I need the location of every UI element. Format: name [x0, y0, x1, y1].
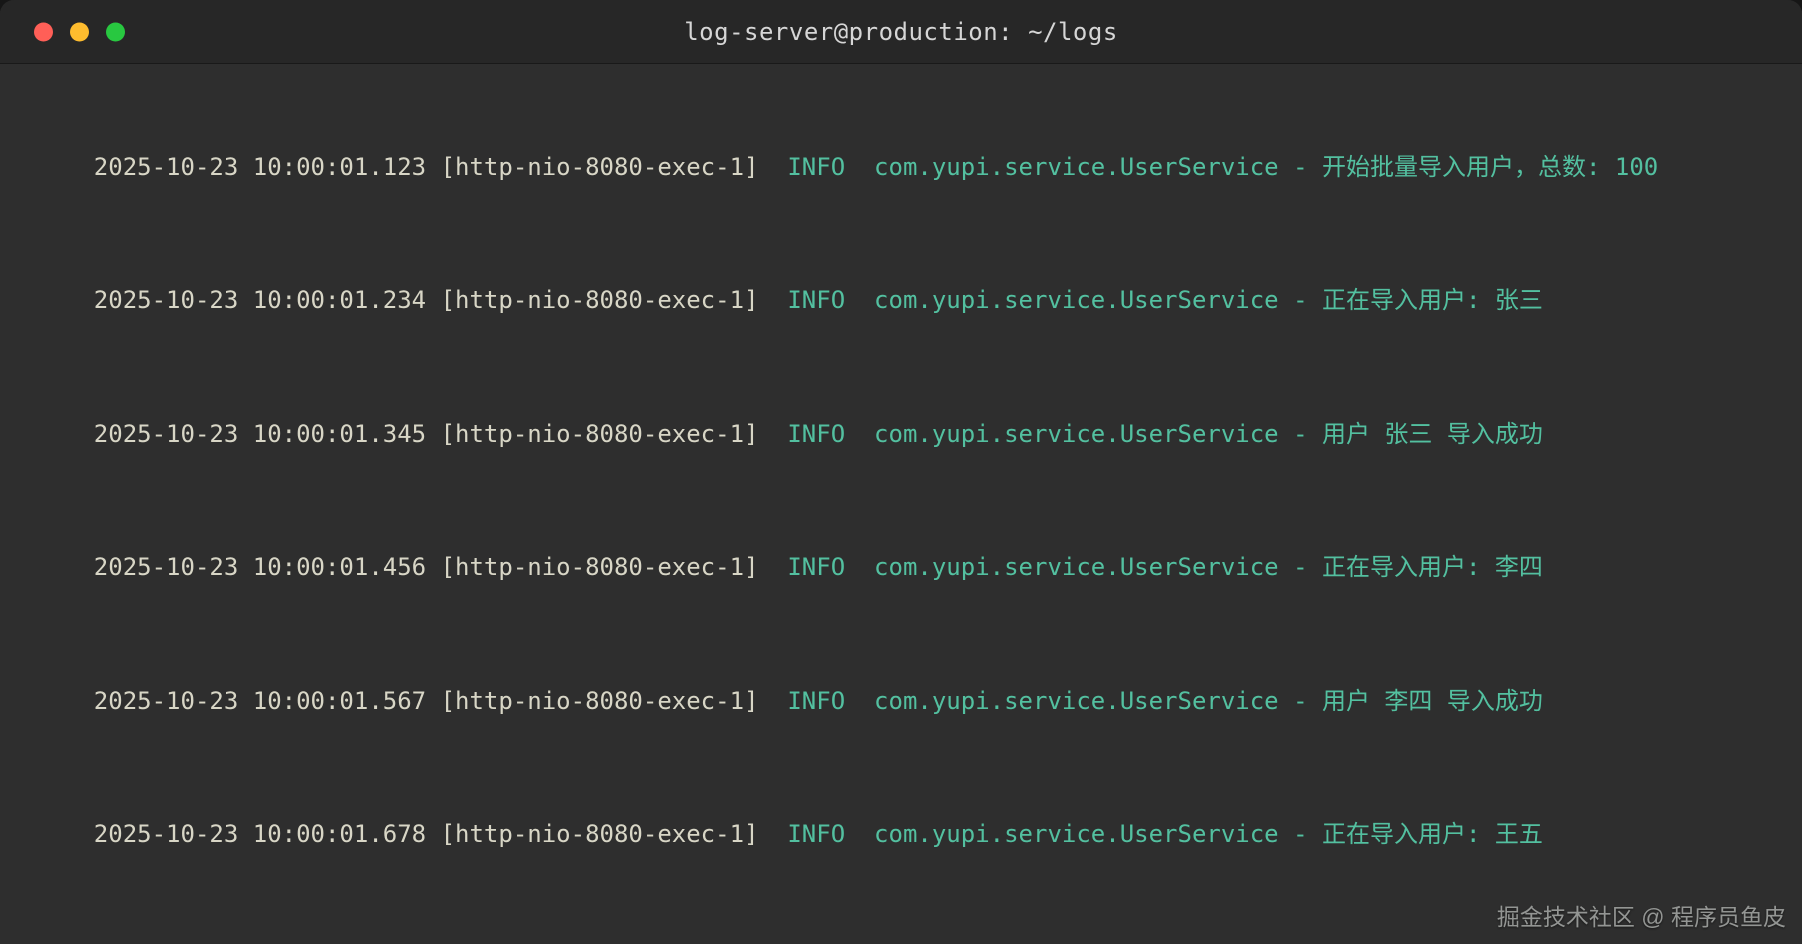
zoom-button[interactable]	[106, 22, 125, 41]
log-line: 2025-10-23 10:00:01.345 [http-nio-8080-e…	[36, 367, 1746, 501]
log-line: 2025-10-23 10:00:01.789 [http-nio-8080-e…	[36, 901, 1746, 944]
minimize-button[interactable]	[70, 22, 89, 41]
log-logger-name: com.yupi.service.UserService	[845, 152, 1279, 181]
traffic-lights	[34, 22, 125, 41]
titlebar[interactable]: log-server@production: ~/logs	[0, 0, 1802, 64]
log-line: 2025-10-23 10:00:01.678 [http-nio-8080-e…	[36, 768, 1746, 902]
terminal-window: log-server@production: ~/logs 2025-10-23…	[0, 0, 1802, 944]
log-level-badge: INFO	[787, 553, 846, 581]
log-level-badge: INFO	[787, 152, 846, 181]
log-message: - 正在导入用户: 王五	[1278, 820, 1543, 848]
log-logger-name: com.yupi.service.UserService	[845, 419, 1279, 448]
window-title: log-server@production: ~/logs	[684, 17, 1118, 46]
log-message: - 开始批量导入用户，总数: 100	[1278, 152, 1659, 181]
log-timestamp: 2025-10-23 10:00:01.456 [http-nio-8080-e…	[93, 553, 788, 581]
log-level-badge: INFO	[787, 286, 846, 314]
close-button[interactable]	[34, 22, 53, 41]
log-logger-name: com.yupi.service.UserService	[845, 553, 1279, 581]
log-timestamp: 2025-10-23 10:00:01.123 [http-nio-8080-e…	[93, 152, 788, 181]
log-timestamp: 2025-10-23 10:00:01.234 [http-nio-8080-e…	[93, 286, 788, 314]
log-line: 2025-10-23 10:00:01.234 [http-nio-8080-e…	[36, 234, 1746, 368]
log-level-badge: INFO	[787, 419, 846, 448]
log-line: 2025-10-23 10:00:01.567 [http-nio-8080-e…	[36, 634, 1746, 768]
log-message: - 正在导入用户: 李四	[1278, 553, 1543, 581]
log-logger-name: com.yupi.service.UserService	[845, 686, 1279, 715]
log-message: - 正在导入用户: 张三	[1278, 286, 1543, 314]
log-level-badge: INFO	[787, 686, 846, 715]
log-area[interactable]: 2025-10-23 10:00:01.123 [http-nio-8080-e…	[0, 64, 1802, 944]
log-timestamp: 2025-10-23 10:00:01.567 [http-nio-8080-e…	[93, 686, 788, 715]
log-message: - 用户 张三 导入成功	[1278, 419, 1543, 448]
log-timestamp: 2025-10-23 10:00:01.678 [http-nio-8080-e…	[93, 820, 788, 848]
log-line: 2025-10-23 10:00:01.456 [http-nio-8080-e…	[36, 501, 1746, 635]
log-message: - 用户 李四 导入成功	[1278, 686, 1543, 715]
log-logger-name: com.yupi.service.UserService	[845, 820, 1279, 848]
log-line: 2025-10-23 10:00:01.123 [http-nio-8080-e…	[36, 100, 1746, 234]
log-level-badge: INFO	[787, 820, 846, 848]
log-timestamp: 2025-10-23 10:00:01.345 [http-nio-8080-e…	[93, 419, 788, 448]
log-logger-name: com.yupi.service.UserService	[845, 286, 1279, 314]
